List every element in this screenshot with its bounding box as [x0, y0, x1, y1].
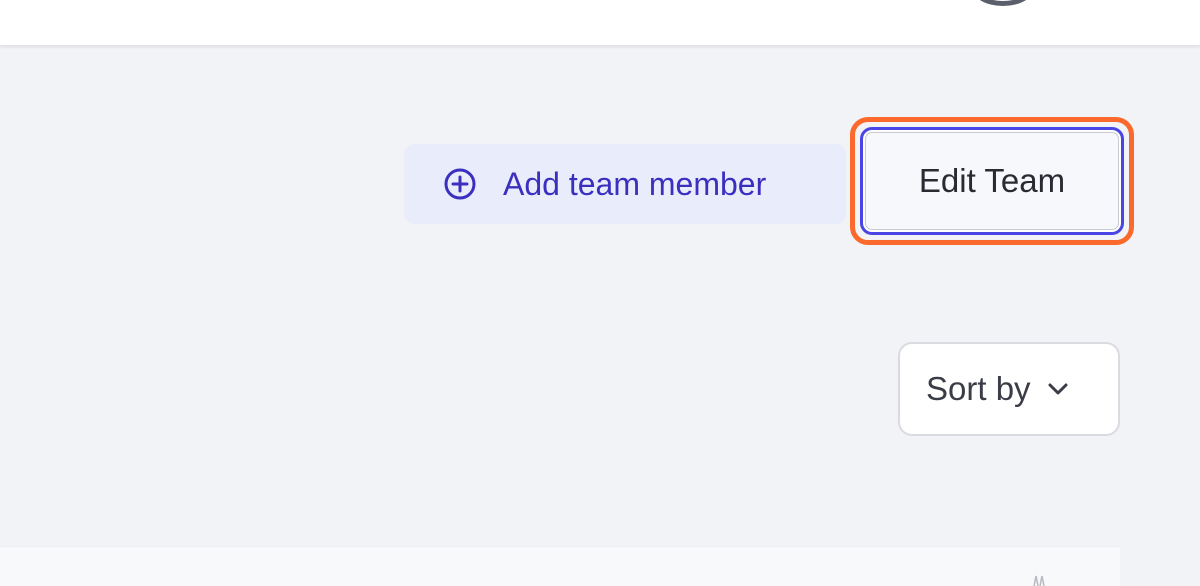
top-navigation-bar: [0, 0, 1200, 46]
sort-by-dropdown[interactable]: Sort by: [898, 342, 1120, 436]
sort-by-label: Sort by: [926, 370, 1031, 407]
add-team-member-button[interactable]: Add team member: [404, 144, 846, 224]
panel-column-icon: [1030, 574, 1054, 586]
edit-team-button[interactable]: Edit Team: [860, 127, 1124, 235]
user-avatar[interactable]: [972, 0, 1034, 6]
edit-team-focus-ring: Edit Team: [850, 117, 1134, 245]
chevron-down-icon: [1043, 374, 1073, 404]
edit-team-label: Edit Team: [918, 162, 1066, 199]
plus-circle-icon: [442, 166, 478, 202]
add-team-member-label: Add team member: [503, 165, 767, 202]
team-members-panel: [0, 546, 1120, 586]
